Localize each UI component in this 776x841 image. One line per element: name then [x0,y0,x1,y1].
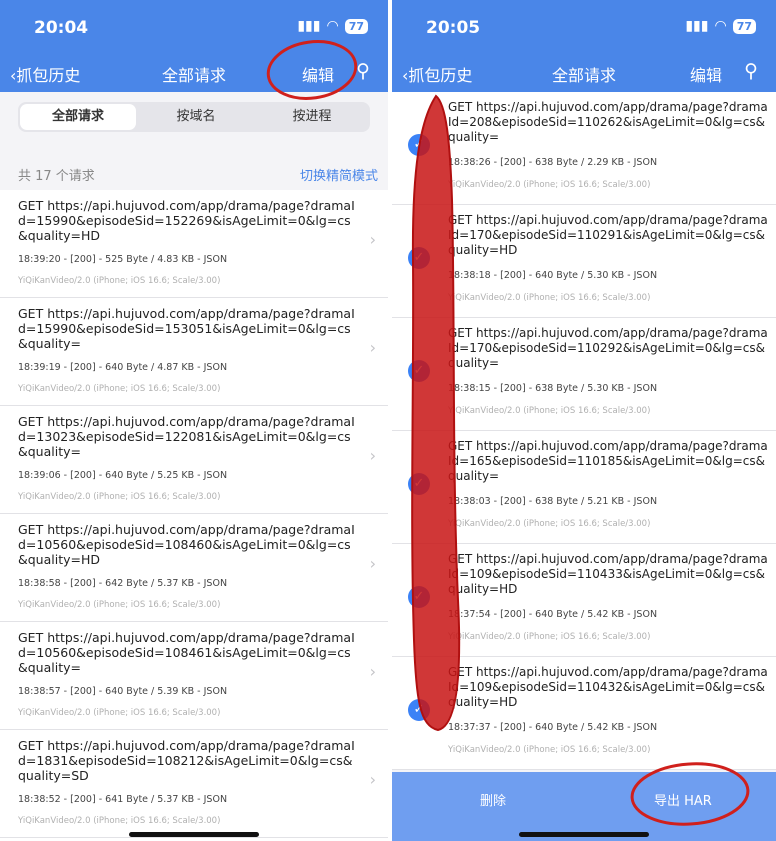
chevron-right-icon: › [369,662,376,681]
battery-icon: 77 [732,18,756,34]
edit-toolbar: 删除 导出 HAR [392,772,776,841]
checkmark-icon[interactable]: ✓ [408,134,430,156]
wifi-icon: ◠ [714,18,727,34]
request-row[interactable]: ✓ GET https://api.hujuvod.com/app/drama/… [392,92,776,205]
request-list: GET https://api.hujuvod.com/app/drama/pa… [0,190,388,841]
request-user-agent: YiQiKanVideo/2.0 (iPhone; iOS 16.6; Scal… [448,406,651,416]
edit-button[interactable]: 编辑 [302,62,334,86]
request-row[interactable]: ✓ GET https://api.hujuvod.com/app/drama/… [392,205,776,318]
request-url: GET https://api.hujuvod.com/app/drama/pa… [18,414,355,459]
request-url: GET https://api.hujuvod.com/app/drama/pa… [448,100,768,144]
request-row[interactable]: ✓ GET https://api.hujuvod.com/app/drama/… [392,318,776,431]
request-url: GET https://api.hujuvod.com/app/drama/pa… [18,522,355,567]
edit-button[interactable]: 编辑 [690,62,722,86]
signal-icon: ▮▮▮ [685,18,709,34]
signal-icon: ▮▮▮ [297,18,321,34]
nav-bar: 20:04 ▮▮▮ ◠ 77 ‹抓包历史 全部请求 编辑 ⚲ [0,0,388,92]
status-icons: ▮▮▮ ◠ 77 [685,18,756,34]
request-user-agent: YiQiKanVideo/2.0 (iPhone; iOS 16.6; Scal… [448,632,651,642]
checkmark-icon[interactable]: ✓ [408,586,430,608]
request-user-agent: YiQiKanVideo/2.0 (iPhone; iOS 16.6; Scal… [448,519,651,529]
request-meta: 18:37:54 - [200] - 640 Byte / 5.42 KB - … [448,609,658,620]
request-row[interactable]: GET https://api.hujuvod.com/app/drama/pa… [0,190,388,298]
segment-by-domain[interactable]: 按域名 [138,102,254,132]
request-url: GET https://api.hujuvod.com/app/drama/pa… [18,738,355,783]
request-meta: 18:39:19 - [200] - 640 Byte / 4.87 KB - … [18,362,228,373]
chevron-right-icon: › [369,446,376,465]
checkmark-icon[interactable]: ✓ [408,699,430,721]
segmented-control: 全部请求 按域名 按进程 [18,102,370,132]
toggle-compact-mode-link[interactable]: 切换精简模式 [300,165,378,184]
search-icon[interactable]: ⚲ [356,60,370,82]
request-meta: 18:38:57 - [200] - 640 Byte / 5.39 KB - … [18,686,228,697]
chevron-right-icon: › [369,770,376,789]
request-meta: 18:39:20 - [200] - 525 Byte / 4.83 KB - … [18,254,228,265]
request-meta: 18:38:18 - [200] - 640 Byte / 5.30 KB - … [448,270,658,281]
delete-button[interactable]: 删除 [480,790,506,809]
checkmark-icon[interactable]: ✓ [408,247,430,269]
request-url: GET https://api.hujuvod.com/app/drama/pa… [448,439,768,483]
request-row[interactable]: ✓ GET https://api.hujuvod.com/app/drama/… [392,657,776,770]
request-list: ✓ GET https://api.hujuvod.com/app/drama/… [392,92,776,770]
request-meta: 18:37:37 - [200] - 640 Byte / 5.42 KB - … [448,722,658,733]
request-meta: 18:38:15 - [200] - 638 Byte / 5.30 KB - … [448,383,658,394]
segment-by-process[interactable]: 按进程 [254,102,370,132]
checkmark-icon[interactable]: ✓ [408,360,430,382]
request-user-agent: YiQiKanVideo/2.0 (iPhone; iOS 16.6; Scal… [18,276,221,286]
request-user-agent: YiQiKanVideo/2.0 (iPhone; iOS 16.6; Scal… [448,293,651,303]
segment-all-requests[interactable]: 全部请求 [20,104,136,130]
right-screen: 20:05 ▮▮▮ ◠ 77 ‹抓包历史 全部请求 编辑 ⚲ ✓ GET htt… [392,0,776,841]
checkmark-icon[interactable]: ✓ [408,473,430,495]
request-row[interactable]: GET https://api.hujuvod.com/app/drama/pa… [0,514,388,622]
back-button[interactable]: ‹抓包历史 [402,62,472,86]
request-url: GET https://api.hujuvod.com/app/drama/pa… [448,213,768,257]
search-icon[interactable]: ⚲ [744,60,758,82]
request-url: GET https://api.hujuvod.com/app/drama/pa… [448,665,768,709]
request-meta: 18:38:52 - [200] - 641 Byte / 5.37 KB - … [18,794,228,805]
request-user-agent: YiQiKanVideo/2.0 (iPhone; iOS 16.6; Scal… [18,492,221,502]
request-row[interactable]: GET https://api.hujuvod.com/app/drama/pa… [0,730,388,838]
battery-icon: 77 [344,18,368,34]
chevron-right-icon: › [369,338,376,357]
request-url: GET https://api.hujuvod.com/app/drama/pa… [18,198,355,243]
request-url: GET https://api.hujuvod.com/app/drama/pa… [18,306,355,351]
request-url: GET https://api.hujuvod.com/app/drama/pa… [18,630,355,675]
request-row[interactable]: GET https://api.hujuvod.com/app/drama/pa… [0,298,388,406]
request-row[interactable]: ✓ GET https://api.hujuvod.com/app/drama/… [392,431,776,544]
request-row[interactable]: GET https://api.hujuvod.com/app/drama/pa… [0,622,388,730]
left-screen: 20:04 ▮▮▮ ◠ 77 ‹抓包历史 全部请求 编辑 ⚲ 全部请求 按域名 … [0,0,388,841]
home-indicator [519,832,649,837]
request-user-agent: YiQiKanVideo/2.0 (iPhone; iOS 16.6; Scal… [448,745,651,755]
request-count: 共 17 个请求 [18,169,95,184]
status-time: 20:04 [34,18,89,38]
request-user-agent: YiQiKanVideo/2.0 (iPhone; iOS 16.6; Scal… [18,600,221,610]
request-user-agent: YiQiKanVideo/2.0 (iPhone; iOS 16.6; Scal… [18,816,221,826]
back-label: 抓包历史 [16,66,81,85]
back-button[interactable]: ‹抓包历史 [10,62,80,86]
request-url: GET https://api.hujuvod.com/app/drama/pa… [448,552,768,596]
request-user-agent: YiQiKanVideo/2.0 (iPhone; iOS 16.6; Scal… [18,708,221,718]
export-har-button[interactable]: 导出 HAR [654,790,712,809]
request-user-agent: YiQiKanVideo/2.0 (iPhone; iOS 16.6; Scal… [18,384,221,394]
request-row[interactable]: GET https://api.hujuvod.com/app/drama/pa… [0,406,388,514]
nav-bar: 20:05 ▮▮▮ ◠ 77 ‹抓包历史 全部请求 编辑 ⚲ [392,0,776,92]
back-label: 抓包历史 [408,66,473,85]
request-meta: 18:38:58 - [200] - 642 Byte / 5.37 KB - … [18,578,228,589]
status-icons: ▮▮▮ ◠ 77 [297,18,368,34]
wifi-icon: ◠ [326,18,339,34]
status-time: 20:05 [426,18,481,38]
home-indicator [129,832,259,837]
request-meta: 18:38:03 - [200] - 638 Byte / 5.21 KB - … [448,496,658,507]
request-meta: 18:38:26 - [200] - 638 Byte / 2.29 KB - … [448,157,658,168]
request-meta: 18:39:06 - [200] - 640 Byte / 5.25 KB - … [18,470,228,481]
request-user-agent: YiQiKanVideo/2.0 (iPhone; iOS 16.6; Scal… [448,180,651,190]
chevron-right-icon: › [369,230,376,249]
chevron-right-icon: › [369,554,376,573]
request-url: GET https://api.hujuvod.com/app/drama/pa… [448,326,768,370]
request-row[interactable]: ✓ GET https://api.hujuvod.com/app/drama/… [392,544,776,657]
